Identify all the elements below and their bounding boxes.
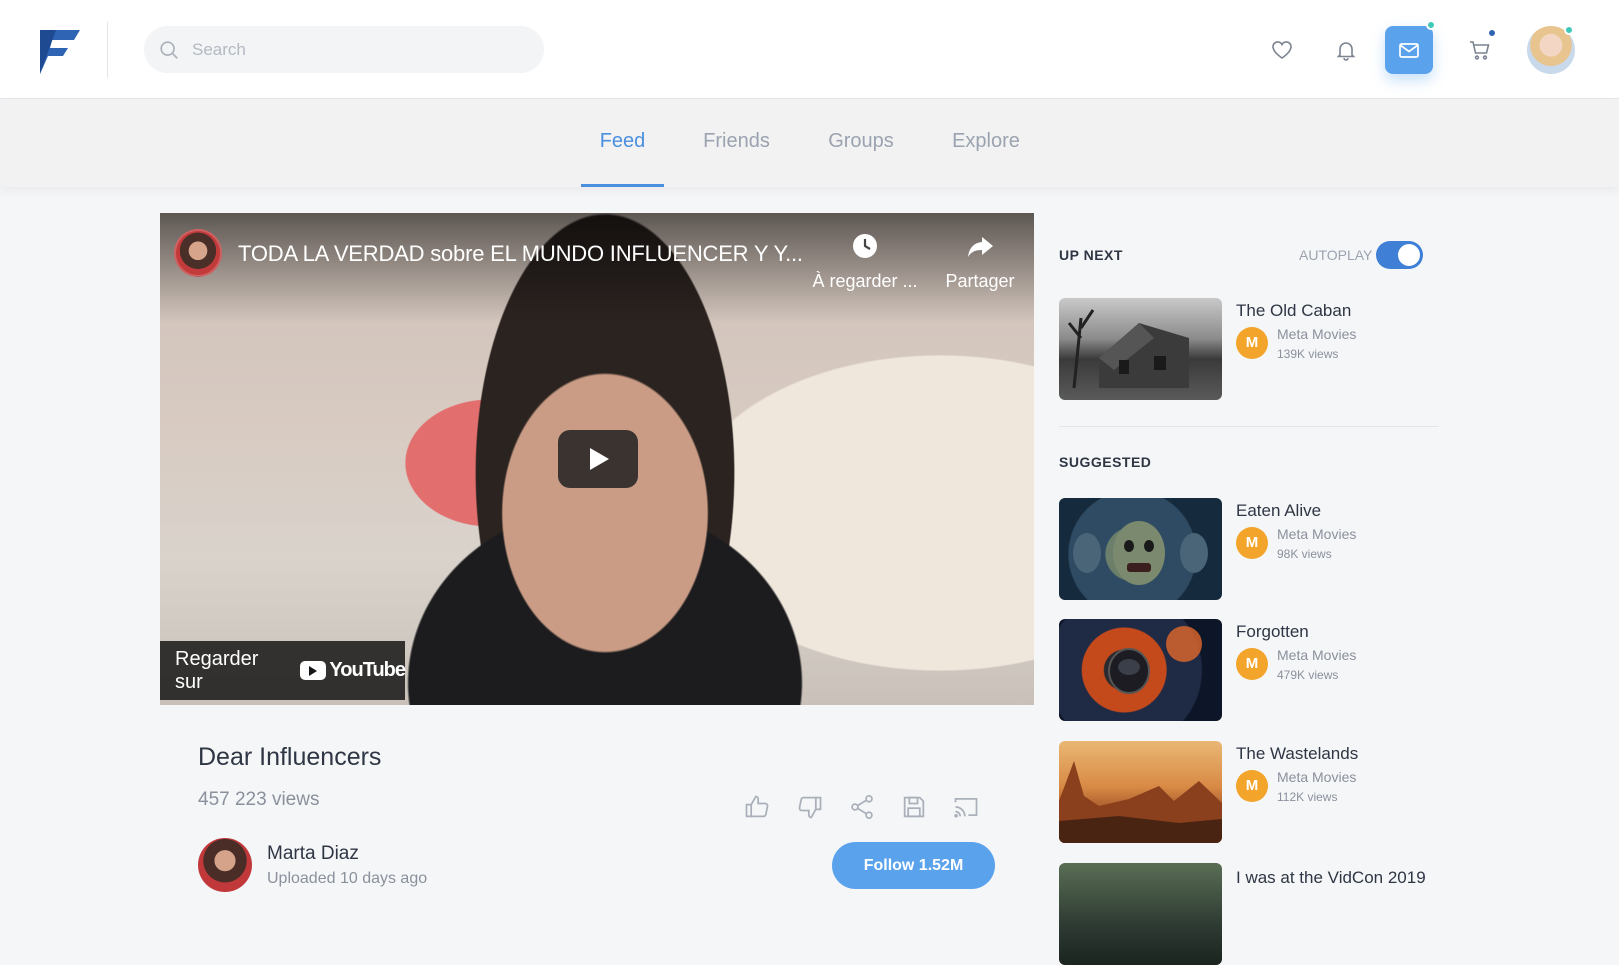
user-avatar[interactable] <box>1527 25 1575 74</box>
video-card-title[interactable]: Forgotten <box>1236 622 1436 642</box>
cast-button[interactable] <box>952 793 982 823</box>
video-card-title[interactable]: Eaten Alive <box>1236 501 1436 521</box>
messages-indicator-dot <box>1426 20 1436 30</box>
watch-later-button[interactable]: À regarder ... <box>810 231 920 292</box>
autoplay-toggle[interactable] <box>1376 241 1423 269</box>
follow-button[interactable]: Follow 1.52M <box>832 842 995 889</box>
video-views: 457 223 views <box>198 789 320 810</box>
clock-icon <box>853 234 877 258</box>
toggle-knob <box>1398 244 1420 266</box>
zombie-thumbnail-art <box>1073 521 1208 585</box>
autoplay-label: AUTOPLAY <box>1299 247 1373 263</box>
thumbs-down-icon <box>798 796 822 819</box>
video-title: Dear Influencers <box>198 743 382 771</box>
play-icon <box>590 448 609 470</box>
notifications-button[interactable] <box>1322 26 1370 74</box>
video-thumbnail[interactable] <box>1059 741 1222 843</box>
share-icon <box>851 795 873 819</box>
suggested-heading: SUGGESTED <box>1059 454 1152 470</box>
cart-icon <box>1470 41 1490 60</box>
channel-avatar[interactable] <box>174 229 222 277</box>
share-arrow-icon <box>968 237 993 257</box>
channel-badge: M <box>1236 527 1268 559</box>
search-input[interactable] <box>192 39 512 60</box>
author-name[interactable]: Marta Diaz <box>267 843 359 865</box>
favorites-button[interactable] <box>1258 26 1306 74</box>
cart-button[interactable] <box>1456 26 1504 74</box>
video-views-count: 479K views <box>1277 668 1339 682</box>
channel-name[interactable]: Meta Movies <box>1277 769 1356 785</box>
watch-on-label: Regarder sur <box>175 647 259 693</box>
search-bar[interactable] <box>144 26 544 73</box>
floppy-disk-icon <box>903 796 925 818</box>
tab-friends[interactable]: Friends <box>698 100 775 187</box>
watch-later-label: À regarder ... <box>812 271 918 291</box>
tab-groups[interactable]: Groups <box>822 100 900 187</box>
like-button[interactable] <box>743 793 773 823</box>
author-avatar[interactable] <box>198 838 252 892</box>
channel-badge: M <box>1236 770 1268 802</box>
watch-on-youtube-button[interactable]: Regarder sur YouTube <box>160 641 406 700</box>
cast-icon <box>954 797 978 818</box>
share-button[interactable]: Partager <box>935 231 1025 292</box>
channel-name[interactable]: Meta Movies <box>1277 326 1356 342</box>
channel-name[interactable]: Meta Movies <box>1277 526 1356 542</box>
youtube-play-icon <box>300 661 327 680</box>
share-video-button[interactable] <box>848 793 878 823</box>
thumbs-up-icon <box>745 795 769 818</box>
share-label: Partager <box>945 271 1015 291</box>
video-thumbnail[interactable] <box>1059 619 1222 721</box>
video-thumbnail[interactable] <box>1059 863 1222 965</box>
astronaut-thumbnail-art <box>1108 626 1202 694</box>
messages-button[interactable] <box>1385 20 1436 74</box>
logo-icon[interactable] <box>36 26 82 76</box>
save-button[interactable] <box>900 793 930 823</box>
mail-icon <box>1399 43 1419 58</box>
tab-bar: Feed Friends Groups Explore <box>0 100 1619 187</box>
video-views-count: 139K views <box>1277 347 1339 361</box>
video-card-title[interactable]: The Old Caban <box>1236 301 1436 321</box>
video-card-title[interactable]: The Wastelands <box>1236 744 1436 764</box>
channel-badge: M <box>1236 648 1268 680</box>
video-views-count: 98K views <box>1277 547 1332 561</box>
play-button[interactable] <box>558 430 638 488</box>
top-navbar <box>0 0 1619 99</box>
tab-feed[interactable]: Feed <box>581 100 664 187</box>
youtube-wordmark: YouTube <box>329 659 406 681</box>
section-divider <box>1059 426 1439 427</box>
channel-badge: M <box>1236 327 1268 359</box>
video-embed-title[interactable]: TODA LA VERDAD sobre EL MUNDO INFLUENCER… <box>238 241 803 267</box>
video-thumbnail[interactable] <box>1059 298 1222 400</box>
house-thumbnail-art <box>1067 309 1189 389</box>
dislike-button[interactable] <box>796 793 826 823</box>
video-thumbnail[interactable] <box>1059 498 1222 600</box>
active-tab-indicator <box>581 184 664 187</box>
youtube-logo: YouTube <box>300 659 406 682</box>
logo-divider <box>107 22 108 78</box>
up-next-heading: UP NEXT <box>1059 247 1123 263</box>
channel-name[interactable]: Meta Movies <box>1277 647 1356 663</box>
video-card-title[interactable]: I was at the VidCon 2019 <box>1236 866 1436 890</box>
video-views-count: 112K views <box>1277 790 1338 804</box>
heart-icon <box>1272 41 1292 59</box>
desert-thumbnail-art <box>1059 761 1222 843</box>
upload-date: Uploaded 10 days ago <box>267 870 428 887</box>
search-icon <box>160 40 178 59</box>
cart-indicator-dot <box>1487 28 1497 38</box>
online-status-dot <box>1564 25 1574 35</box>
bell-icon <box>1336 42 1356 61</box>
video-player[interactable]: TODA LA VERDAD sobre EL MUNDO INFLUENCER… <box>160 213 1034 705</box>
tab-explore[interactable]: Explore <box>946 100 1026 187</box>
